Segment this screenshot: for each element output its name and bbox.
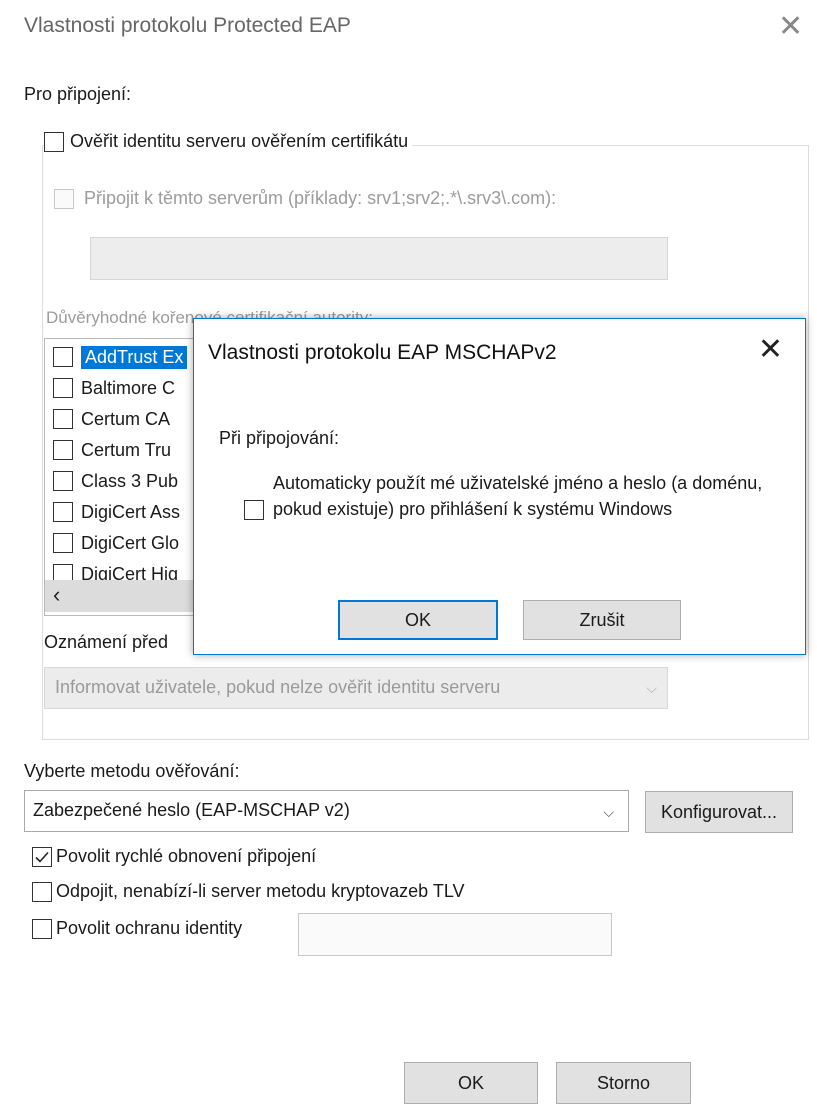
ca-label: DigiCert Ass: [81, 501, 181, 522]
ca-checkbox[interactable]: [53, 440, 73, 460]
connect-servers-option: Připojit k těmto serverům (příklady: srv…: [54, 188, 556, 209]
verify-cert-option[interactable]: Ověřit identitu serveru ověřením certifi…: [44, 131, 413, 152]
modal-section-label: Při připojování:: [219, 428, 340, 448]
connect-servers-label: Připojit k těmto serverům (příklady: srv…: [84, 188, 557, 208]
list-item[interactable]: Certum CA: [53, 404, 170, 434]
auto-login-checkbox[interactable]: [244, 500, 264, 520]
ca-checkbox[interactable]: [53, 533, 73, 553]
list-item[interactable]: AddTrust Ex: [53, 342, 188, 372]
modal-ok-button[interactable]: OK: [338, 600, 498, 640]
fast-reconnect-option[interactable]: Povolit rychlé obnovení připojení: [32, 846, 316, 867]
identity-protection-option[interactable]: Povolit ochranu identity: [32, 918, 242, 939]
disconnect-tlv-checkbox[interactable]: [32, 881, 52, 902]
notification-value: Informovat uživatele, pokud nelze ověřit…: [55, 677, 501, 697]
method-value: Zabezpečené heslo (EAP-MSCHAP v2): [33, 800, 350, 820]
ca-checkbox[interactable]: [53, 347, 73, 367]
notification-label: Oznámení před: [44, 632, 169, 652]
checkmark-icon: [35, 851, 49, 863]
ca-checkbox[interactable]: [53, 471, 73, 491]
auto-login-label[interactable]: Automaticky použít mé uživatelské jméno …: [273, 470, 788, 522]
ca-label: Certum CA: [81, 408, 171, 429]
mschapv2-dialog: Vlastnosti protokolu EAP MSCHAPv2 ✕ Při …: [193, 318, 806, 655]
disconnect-tlv-option[interactable]: Odpojit, nenabízí-li server metodu krypt…: [32, 881, 465, 902]
fast-reconnect-checkbox[interactable]: [32, 846, 52, 867]
cancel-button[interactable]: Storno: [556, 1062, 691, 1104]
ca-label: AddTrust Ex: [81, 345, 188, 369]
ca-label: Baltimore C: [81, 377, 176, 398]
identity-protection-label: Povolit ochranu identity: [56, 918, 243, 938]
ca-checkbox[interactable]: [53, 502, 73, 522]
method-label: Vyberte metodu ověřování:: [24, 761, 240, 781]
ca-label: Certum Tru: [81, 439, 172, 460]
verify-cert-label: Ověřit identitu serveru ověřením certifi…: [70, 131, 409, 151]
ca-label: Class 3 Pub: [81, 470, 179, 491]
disconnect-tlv-label: Odpojit, nenabízí-li server metodu krypt…: [56, 881, 465, 901]
ok-button[interactable]: OK: [404, 1062, 538, 1104]
verify-cert-checkbox[interactable]: [44, 131, 64, 152]
method-select[interactable]: Zabezpečené heslo (EAP-MSCHAP v2) ⌵: [24, 790, 629, 832]
fast-reconnect-label: Povolit rychlé obnovení připojení: [56, 846, 317, 866]
ca-checkbox[interactable]: [53, 409, 73, 429]
servers-input: [90, 237, 668, 280]
list-item[interactable]: Baltimore C: [53, 373, 175, 403]
chevron-down-icon[interactable]: ⌵: [603, 804, 614, 821]
modal-close-icon[interactable]: ✕: [758, 335, 783, 365]
chevron-down-icon: ⌵: [646, 680, 657, 696]
modal-cancel-button[interactable]: Zrušit: [523, 600, 681, 640]
connect-section-label: Pro připojení:: [24, 84, 132, 104]
ca-listbox[interactable]: AddTrust Ex Baltimore C Certum CA Certum…: [44, 338, 196, 616]
list-item[interactable]: DigiCert Glo: [53, 528, 179, 558]
identity-protection-checkbox[interactable]: [32, 918, 52, 939]
list-item[interactable]: Certum Tru: [53, 435, 171, 465]
modal-title: Vlastnosti protokolu EAP MSCHAPv2: [208, 341, 557, 364]
ca-label: DigiCert Glo: [81, 532, 180, 553]
window-close-icon[interactable]: ✕: [778, 12, 803, 42]
ca-horizontal-scrollbar[interactable]: ‹: [45, 580, 195, 612]
window-title: Vlastnosti protokolu Protected EAP: [24, 14, 351, 37]
identity-input: [298, 913, 612, 956]
configure-button[interactable]: Konfigurovat...: [645, 791, 793, 833]
list-item[interactable]: DigiCert Ass: [53, 497, 180, 527]
list-item[interactable]: Class 3 Pub: [53, 466, 178, 496]
notification-select: Informovat uživatele, pokud nelze ověřit…: [44, 667, 668, 709]
ca-checkbox[interactable]: [53, 378, 73, 398]
connect-servers-checkbox: [54, 188, 74, 209]
scroll-left-icon[interactable]: ‹: [53, 582, 60, 608]
